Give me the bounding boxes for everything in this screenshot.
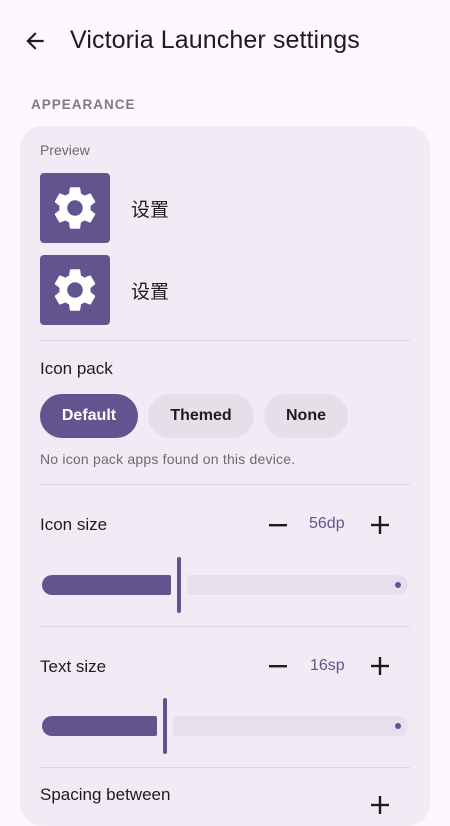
text-size-slider[interactable] [40, 698, 410, 754]
gear-icon [54, 187, 96, 229]
slider-end-dot [395, 723, 401, 729]
slider-active-track [42, 575, 172, 595]
icon-size-decrease-button[interactable] [263, 510, 293, 540]
slider-thumb[interactable] [177, 557, 182, 613]
settings-app-icon [40, 255, 110, 325]
app-label: 设置 [131, 199, 170, 221]
plus-icon [371, 657, 389, 675]
spacing-label: Spacing between [40, 785, 171, 804]
text-size-value: 16sp [310, 657, 345, 674]
divider [40, 626, 410, 627]
app-label: 设置 [131, 281, 170, 303]
spacing-increase-button[interactable] [365, 790, 395, 820]
slider-active-track [42, 716, 157, 736]
slider-end-dot [395, 582, 401, 588]
icon-pack-note: No icon pack apps found on this device. [40, 451, 296, 467]
plus-icon [371, 796, 389, 814]
section-header-appearance: APPEARANCE [31, 97, 136, 112]
chip-default[interactable]: Default [40, 394, 138, 438]
minus-icon [269, 524, 287, 527]
slider-inactive-track [187, 575, 408, 595]
back-button[interactable] [18, 24, 52, 58]
divider [40, 767, 410, 768]
text-size-decrease-button[interactable] [263, 651, 293, 681]
icon-size-label: Icon size [40, 515, 108, 534]
icon-pack-label: Icon pack [40, 359, 113, 378]
plus-icon [371, 516, 389, 534]
slider-inactive-track [172, 716, 408, 736]
text-size-increase-button[interactable] [365, 651, 395, 681]
preview-app-row: 设置 [40, 173, 410, 243]
divider [40, 340, 410, 341]
preview-label: Preview [40, 142, 90, 158]
top-app-bar: Victoria Launcher settings [0, 0, 450, 82]
chip-themed[interactable]: Themed [148, 394, 254, 438]
chip-none[interactable]: None [264, 394, 348, 438]
icon-size-increase-button[interactable] [365, 510, 395, 540]
icon-size-value: 56dp [309, 515, 345, 532]
text-size-label: Text size [40, 657, 107, 676]
settings-app-icon [40, 173, 110, 243]
minus-icon [269, 665, 287, 668]
page-title: Victoria Launcher settings [70, 26, 360, 54]
preview-app-row: 设置 [40, 255, 410, 325]
gear-icon [54, 269, 96, 311]
slider-thumb[interactable] [162, 698, 167, 754]
icon-size-slider[interactable] [40, 557, 410, 613]
arrow-back-icon [26, 32, 44, 50]
divider [40, 484, 410, 485]
